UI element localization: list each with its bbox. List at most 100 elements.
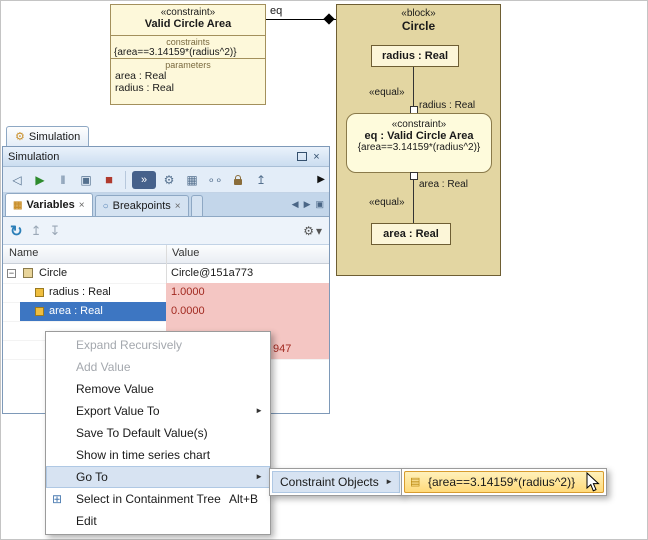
- simulation-toolbar: ◁ ▶ ‖ ▣ ■ » ⚙ ▦ ∘∘ ↥ ▶: [3, 167, 329, 193]
- area-property-box[interactable]: area : Real: [371, 223, 451, 245]
- menu-item-go-to[interactable]: Go To ►: [46, 466, 270, 488]
- partial-value-text: 947: [273, 340, 291, 359]
- more-toolbar-arrow[interactable]: ▶: [317, 174, 325, 185]
- dock-tab-label: Simulation: [29, 131, 80, 143]
- constraint-expression: {area==3.14159*(radius^2)}: [111, 47, 265, 58]
- menu-item-export-value-to[interactable]: Export Value To ►: [46, 400, 270, 422]
- options-circles-button[interactable]: ∘∘: [205, 170, 225, 190]
- menu-item-constraint-target[interactable]: ▤ {area==3.14159*(radius^2)}: [404, 471, 604, 493]
- mouse-cursor-icon: [586, 472, 600, 493]
- submenu-arrow-icon: ►: [255, 466, 263, 488]
- constraint-parameter-port-bottom[interactable]: [410, 172, 418, 180]
- refresh-button[interactable]: ↻: [10, 222, 23, 240]
- gear-icon: ⚙: [303, 224, 314, 238]
- row-value[interactable]: Circle@151a773: [166, 264, 329, 283]
- menu-item-add-value[interactable]: Add Value: [46, 356, 270, 378]
- options-dropdown-button[interactable]: ⚙ ▾: [303, 224, 322, 238]
- constraint-object-icon: ▤: [410, 471, 420, 493]
- value-property-icon: [35, 288, 44, 297]
- overflow-chevrons-button[interactable]: »: [132, 171, 156, 189]
- scroll-tabs-left-button[interactable]: ◀: [292, 199, 299, 210]
- tab-breakpoints[interactable]: ○ Breakpoints ×: [95, 195, 189, 216]
- float-window-button[interactable]: [294, 150, 309, 164]
- pause-button[interactable]: ‖: [53, 170, 73, 190]
- constraints-compartment: constraints {area==3.14159*(radius^2)}: [111, 35, 265, 58]
- area-parameter-label: area : Real: [419, 179, 468, 190]
- binding-connector-bottom[interactable]: [413, 175, 414, 223]
- terminate-button[interactable]: ■: [99, 170, 119, 190]
- tab-scroll-controls: ◀ ▶ ▣: [292, 193, 329, 216]
- tab-variables[interactable]: ▦ Variables ×: [5, 193, 93, 216]
- block-circle[interactable]: «block» Circle radius : Real «equal» rad…: [336, 4, 501, 276]
- run-button[interactable]: ▶: [30, 170, 50, 190]
- dock-tab-simulation[interactable]: ⚙ Simulation: [6, 126, 89, 146]
- table-row-radius[interactable]: radius : Real 1.0000: [3, 283, 329, 303]
- breakpoint-circle-icon: ○: [103, 201, 109, 212]
- menu-item-label: Select in Containment Tree: [76, 492, 221, 506]
- table-row-circle[interactable]: − Circle Circle@151a773: [3, 264, 329, 284]
- step-button[interactable]: ◁: [7, 170, 27, 190]
- context-menu: Expand Recursively Add Value Remove Valu…: [45, 331, 271, 535]
- tab-partial[interactable]: [191, 195, 203, 216]
- export-up-button[interactable]: ↥: [31, 223, 42, 239]
- column-header-name[interactable]: Name: [9, 247, 38, 259]
- tab-list-button[interactable]: ▣: [315, 199, 324, 210]
- row-value[interactable]: 0.0000: [166, 302, 329, 321]
- menu-item-select-in-containment-tree[interactable]: ⊞ Select in Containment Tree Alt+B: [46, 488, 270, 510]
- window-title: Simulation: [8, 151, 294, 163]
- value-property-icon: [35, 307, 44, 316]
- constraint-name: Valid Circle Area: [111, 18, 265, 30]
- menu-item-edit[interactable]: Edit: [46, 510, 270, 532]
- chevron-down-icon: ▾: [316, 224, 322, 238]
- parameter-radius: radius : Real: [111, 82, 265, 94]
- table-row-area-selected[interactable]: area : Real 0.0000: [3, 302, 329, 322]
- block-instance-icon: [23, 268, 33, 278]
- containment-tree-icon: ⊞: [52, 488, 62, 510]
- variables-table-icon: ▦: [13, 200, 22, 211]
- lock-button[interactable]: [228, 170, 248, 190]
- float-window-icon: [297, 152, 307, 161]
- constraint-objects-submenu: ▤ {area==3.14159*(radius^2)}: [401, 468, 607, 496]
- tab-breakpoints-label: Breakpoints: [113, 200, 171, 212]
- menu-item-label: Export Value To: [76, 404, 160, 418]
- constraint-property-name: eq : Valid Circle Area: [347, 130, 491, 142]
- menu-item-label: {area==3.14159*(radius^2)}: [428, 475, 575, 489]
- constraint-property-stereotype: «constraint»: [347, 114, 491, 130]
- menu-item-save-to-default-values[interactable]: Save To Default Value(s): [46, 422, 270, 444]
- menu-item-shortcut: Alt+B: [229, 488, 258, 510]
- simulation-titlebar[interactable]: Simulation ×: [3, 147, 329, 167]
- close-tab-icon[interactable]: ×: [175, 201, 181, 212]
- export-down-button[interactable]: ↧: [49, 223, 60, 239]
- equal-stereotype-top: «equal»: [369, 87, 405, 98]
- submenu-arrow-icon: ►: [255, 400, 263, 422]
- diagram-grid-button[interactable]: ▦: [182, 170, 202, 190]
- submenu-arrow-icon: ►: [385, 471, 393, 493]
- block-stereotype: «block»: [337, 5, 500, 19]
- collapse-toggle-icon[interactable]: −: [7, 269, 16, 278]
- menu-item-constraint-objects[interactable]: Constraint Objects ►: [272, 471, 400, 493]
- parameters-compartment-label: parameters: [111, 59, 265, 70]
- scroll-tabs-right-button[interactable]: ▶: [304, 199, 311, 210]
- screen: «constraint» Valid Circle Area constrain…: [0, 0, 648, 540]
- row-value[interactable]: 1.0000: [166, 283, 329, 302]
- export-button[interactable]: ↥: [251, 170, 271, 190]
- constraint-property-expression: {area==3.14159*(radius^2)}: [347, 142, 491, 153]
- constraint-element-valid-circle-area[interactable]: «constraint» Valid Circle Area constrain…: [110, 4, 266, 105]
- variables-toolbar: ↻ ↥ ↧ ⚙ ▾: [3, 217, 329, 245]
- pane-tab-row: ▦ Variables × ○ Breakpoints × ◀ ▶ ▣: [3, 193, 329, 217]
- menu-item-label: Constraint Objects: [280, 475, 379, 489]
- settings-gear-button[interactable]: ⚙: [159, 170, 179, 190]
- toolbar-separator: [125, 171, 126, 189]
- menu-item-show-in-time-series-chart[interactable]: Show in time series chart: [46, 444, 270, 466]
- radius-property-box[interactable]: radius : Real: [371, 45, 459, 67]
- parameters-compartment: parameters area : Real radius : Real: [111, 58, 265, 94]
- frames-button[interactable]: ▣: [76, 170, 96, 190]
- radius-parameter-label: radius : Real: [419, 100, 475, 111]
- constraint-property-box[interactable]: «constraint» eq : Valid Circle Area {are…: [346, 113, 492, 173]
- column-header-value[interactable]: Value: [172, 247, 199, 259]
- eq-association-label: eq: [270, 5, 282, 17]
- menu-item-expand-recursively[interactable]: Expand Recursively: [46, 334, 270, 356]
- menu-item-remove-value[interactable]: Remove Value: [46, 378, 270, 400]
- close-tab-icon[interactable]: ×: [79, 200, 85, 211]
- close-window-button[interactable]: ×: [309, 150, 324, 164]
